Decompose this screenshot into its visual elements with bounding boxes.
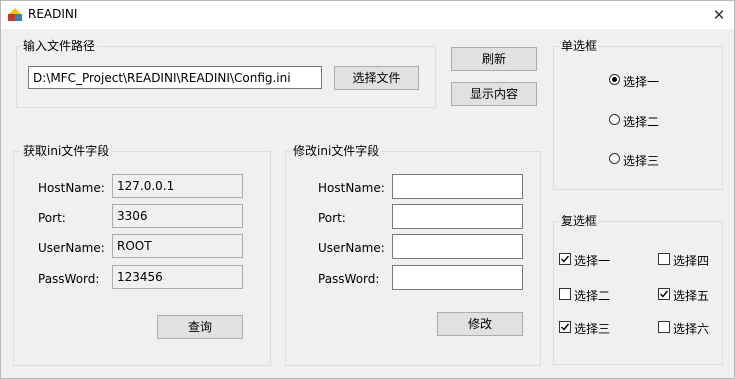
radio-button[interactable]	[609, 74, 620, 85]
checkbox[interactable]	[658, 288, 670, 300]
query-button[interactable]: 查询	[157, 315, 243, 339]
read-hostname-label: HostName:	[38, 181, 105, 195]
app-icon	[8, 8, 22, 21]
show-content-label: 显示内容	[469, 87, 518, 101]
title-bar: READINI ✕	[1, 1, 734, 29]
checkbox-option-label: 选择四	[673, 254, 710, 268]
radio-button[interactable]	[609, 153, 620, 164]
read-ini-group-title: 获取ini文件字段	[21, 144, 112, 158]
checkmark-icon	[660, 290, 669, 298]
checkmark-icon	[561, 323, 570, 331]
checkbox[interactable]	[559, 321, 571, 333]
checkmark-icon	[561, 255, 570, 263]
edit-port-label: Port:	[318, 211, 346, 225]
query-label: 查询	[187, 320, 212, 334]
radio-option-label: 选择三	[623, 154, 660, 168]
read-password-field[interactable]	[112, 265, 243, 289]
edit-username-input[interactable]	[392, 234, 523, 259]
edit-hostname-input[interactable]	[392, 174, 523, 199]
edit-password-label: PassWord:	[318, 272, 380, 286]
radio-option-label: 选择二	[623, 115, 660, 129]
file-path-group-title: 输入文件路径	[21, 39, 98, 53]
radio-group-title: 单选框	[559, 39, 600, 53]
edit-username-label: UserName:	[318, 241, 385, 255]
refresh-label: 刷新	[481, 52, 506, 66]
read-username-label: UserName:	[38, 241, 105, 255]
read-port-field[interactable]	[112, 204, 243, 228]
read-password-label: PassWord:	[38, 272, 100, 286]
select-file-button[interactable]: 选择文件	[334, 66, 419, 90]
checkbox[interactable]	[658, 321, 670, 333]
radio-option-label: 选择一	[623, 75, 660, 89]
checkbox-group-title: 复选框	[559, 214, 600, 228]
modify-button[interactable]: 修改	[437, 312, 523, 336]
read-port-label: Port:	[38, 211, 66, 225]
checkbox-option-label: 选择六	[673, 322, 710, 336]
file-path-input[interactable]	[28, 66, 322, 89]
show-content-button[interactable]: 显示内容	[451, 82, 537, 106]
checkbox-option-label: 选择一	[574, 254, 611, 268]
checkbox[interactable]	[559, 253, 571, 265]
read-username-field[interactable]	[112, 234, 243, 258]
refresh-button[interactable]: 刷新	[451, 47, 537, 71]
checkbox[interactable]	[559, 288, 571, 300]
checkbox[interactable]	[658, 253, 670, 265]
edit-password-input[interactable]	[392, 265, 523, 290]
close-icon: ✕	[712, 6, 726, 24]
window-title: READINI	[28, 7, 78, 21]
radio-button[interactable]	[609, 114, 620, 125]
checkbox-option-label: 选择五	[673, 289, 710, 303]
read-hostname-field[interactable]	[112, 174, 243, 198]
edit-port-input[interactable]	[392, 204, 523, 229]
edit-hostname-label: HostName:	[318, 181, 385, 195]
modify-label: 修改	[467, 317, 492, 331]
select-file-label: 选择文件	[352, 71, 401, 85]
checkbox-option-label: 选择三	[574, 322, 611, 336]
edit-ini-group-title: 修改ini文件字段	[291, 144, 382, 158]
readini-window: READINI ✕ 输入文件路径 选择文件 刷新 显示内容 获取ini文件字段 …	[0, 0, 735, 379]
close-button[interactable]: ✕	[705, 3, 733, 27]
checkbox-option-label: 选择二	[574, 289, 611, 303]
radio-selected-dot	[612, 77, 617, 82]
